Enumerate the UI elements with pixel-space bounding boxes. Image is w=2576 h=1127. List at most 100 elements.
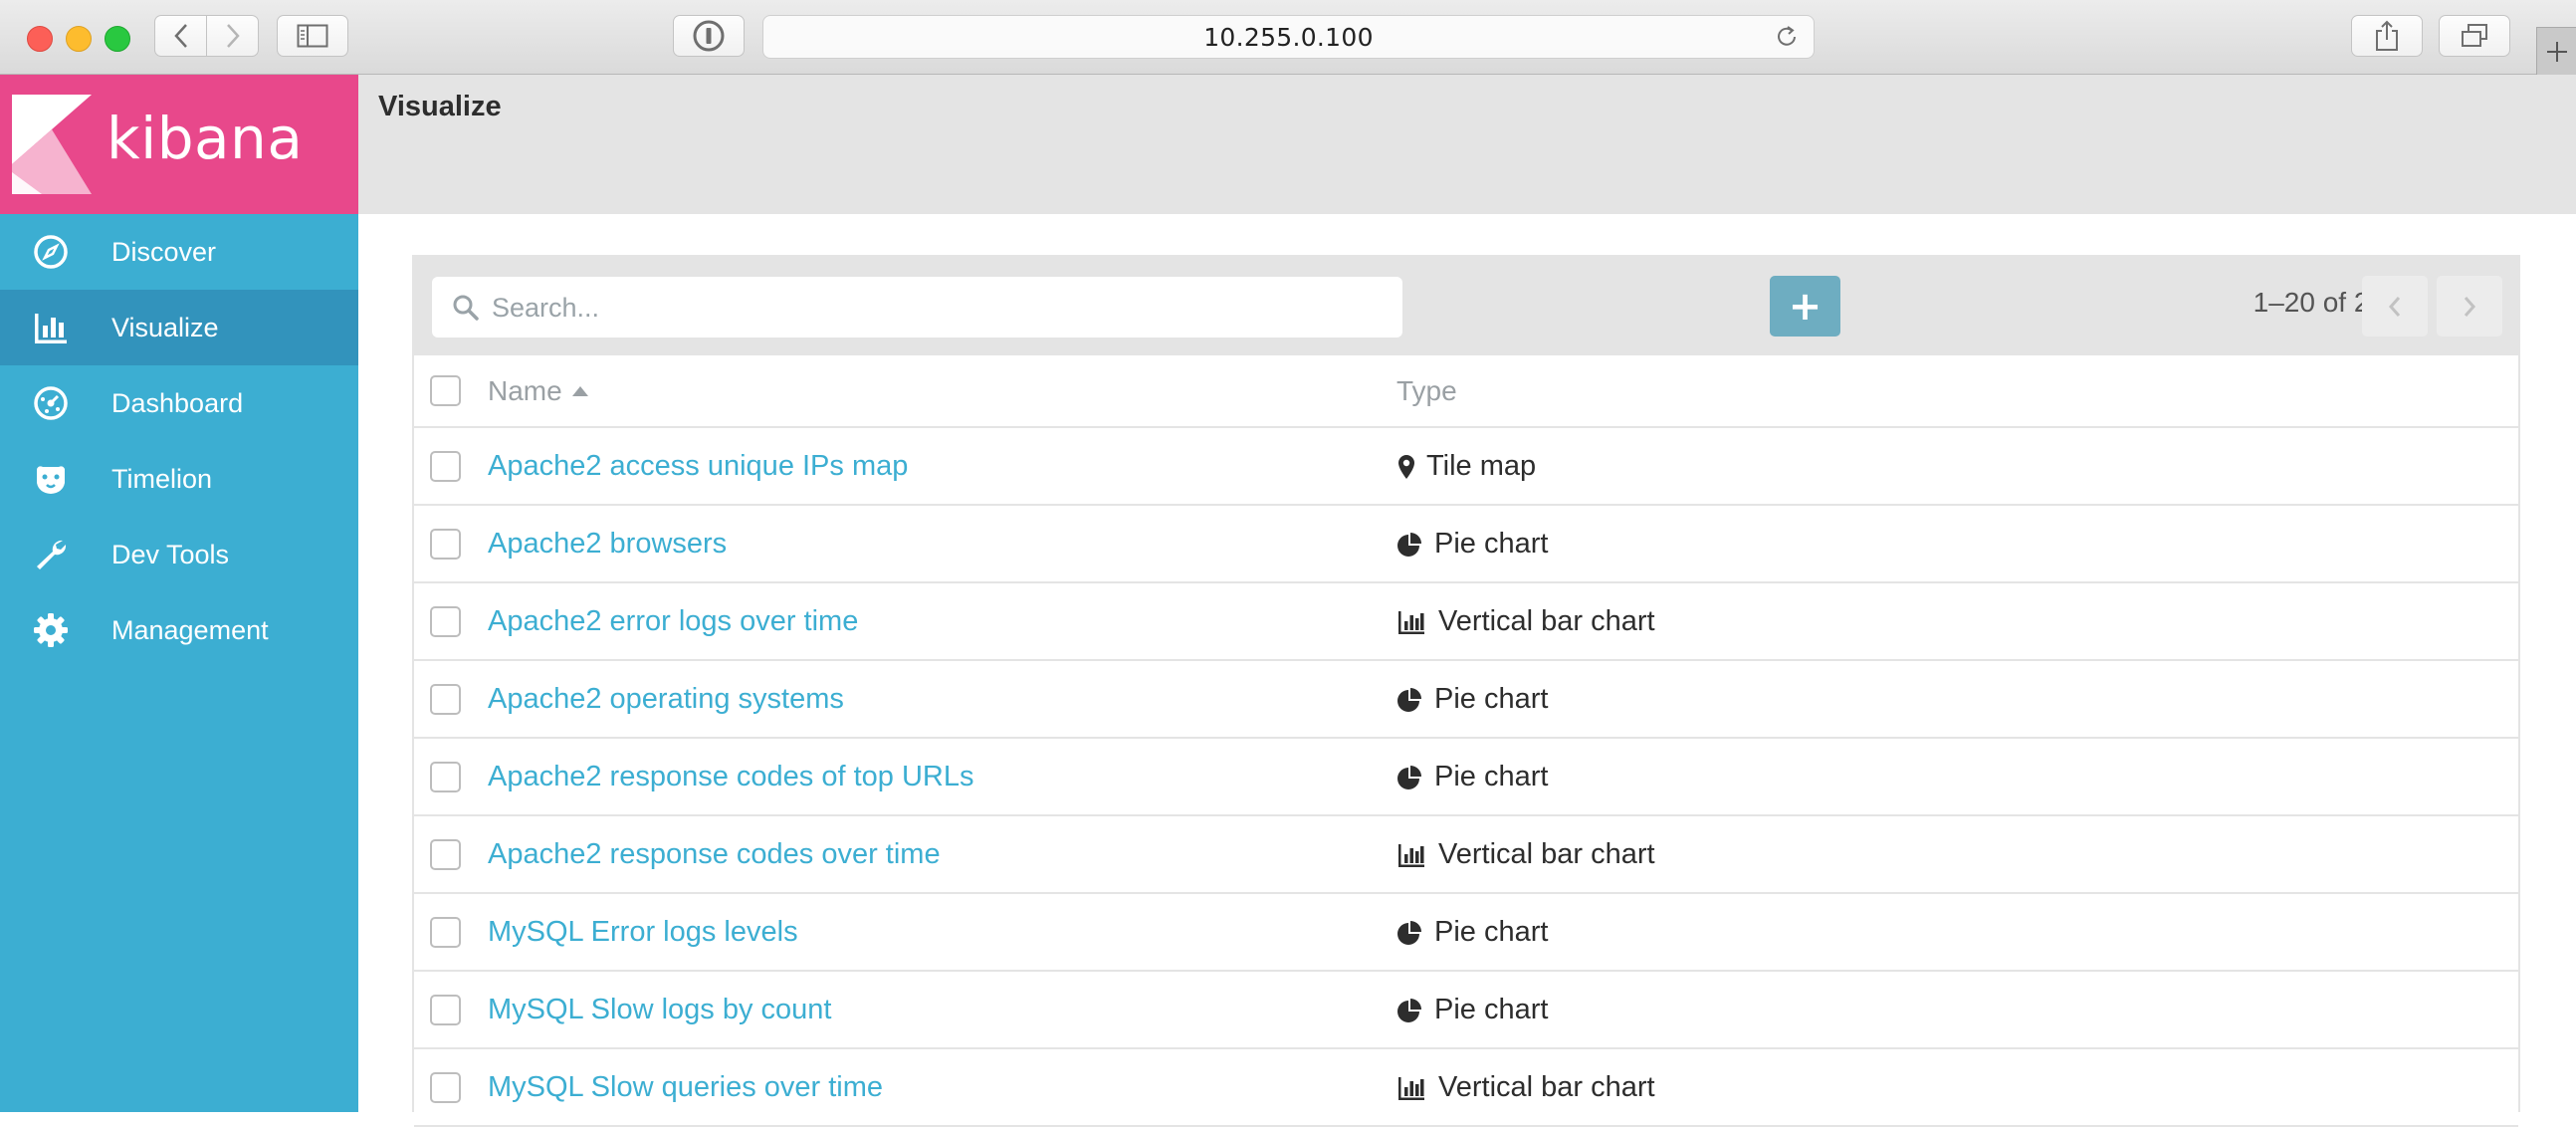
visualization-type: Pie chart — [1396, 761, 1548, 793]
password-manager-button[interactable] — [673, 15, 745, 57]
search-input[interactable] — [490, 285, 1380, 331]
chevron-left-icon — [2388, 296, 2401, 317]
pie-chart-icon — [1397, 920, 1421, 945]
wrench-icon — [37, 540, 67, 569]
new-tab-button[interactable] — [2536, 27, 2576, 75]
table-header: Name Type — [414, 355, 2518, 428]
sidebar-nav: Discover Visualize Dashboard Timelion De… — [0, 214, 358, 668]
bar-chart-icon — [1398, 1076, 1424, 1100]
visualization-link[interactable]: MySQL Slow queries over time — [488, 1071, 883, 1104]
visualization-list-panel: + 1–20 of 20 Name Type Apache2 access un… — [412, 255, 2520, 1127]
zoom-window-button[interactable] — [105, 26, 130, 52]
table-row: MySQL Slow queries over time Vertical ba… — [414, 1049, 2518, 1127]
sidebar-icon — [297, 24, 328, 48]
brand-header[interactable]: kibana — [0, 75, 358, 214]
select-all-checkbox[interactable] — [430, 375, 461, 406]
column-header-name[interactable]: Name — [488, 375, 588, 407]
page-title: Visualize — [378, 91, 502, 122]
row-checkbox[interactable] — [430, 684, 461, 715]
forward-button[interactable] — [206, 15, 259, 57]
table-body: Apache2 access unique IPs map Tile map A… — [414, 428, 2518, 1127]
list-toolbar: + 1–20 of 20 — [414, 257, 2518, 355]
visualization-type: Vertical bar chart — [1396, 838, 1655, 871]
sidebar-item-dashboard[interactable]: Dashboard — [0, 365, 358, 441]
add-visualization-button[interactable]: + — [1770, 276, 1840, 337]
sidebar-item-label: Discover — [111, 236, 217, 267]
visualization-type: Tile map — [1396, 450, 1536, 483]
next-page-button[interactable] — [2437, 276, 2502, 337]
sidebar-toggle-button[interactable] — [277, 15, 348, 57]
sidebar-item-management[interactable]: Management — [0, 592, 358, 668]
row-checkbox[interactable] — [430, 917, 461, 948]
visualization-type-label: Vertical bar chart — [1438, 838, 1655, 870]
url-text: 10.255.0.100 — [1203, 22, 1374, 52]
bar-chart-icon — [1398, 843, 1424, 867]
share-button[interactable] — [2351, 15, 2423, 57]
table-row: Apache2 access unique IPs map Tile map — [414, 428, 2518, 506]
sidebar-item-visualize[interactable]: Visualize — [0, 290, 358, 365]
close-window-button[interactable] — [27, 26, 53, 52]
row-checkbox[interactable] — [430, 529, 461, 560]
sidebar-item-dev-tools[interactable]: Dev Tools — [0, 517, 358, 592]
visualization-type-label: Pie chart — [1434, 528, 1549, 560]
row-checkbox[interactable] — [430, 995, 461, 1025]
reload-icon[interactable] — [1774, 24, 1800, 50]
visualization-type-label: Pie chart — [1434, 761, 1549, 792]
visualization-link[interactable]: Apache2 response codes over time — [488, 838, 941, 871]
visualization-type-label: Pie chart — [1434, 916, 1549, 948]
row-checkbox[interactable] — [430, 606, 461, 637]
sidebar-item-timelion[interactable]: Timelion — [0, 441, 358, 517]
visualization-link[interactable]: Apache2 operating systems — [488, 683, 844, 716]
dashboard-icon — [34, 386, 68, 420]
map-marker-icon — [1398, 454, 1414, 479]
visualization-type: Pie chart — [1396, 528, 1548, 561]
gear-icon — [34, 613, 68, 647]
visualization-type-label: Pie chart — [1434, 994, 1549, 1025]
table-row: Apache2 error logs over time Vertical ba… — [414, 583, 2518, 661]
visualization-link[interactable]: MySQL Slow logs by count — [488, 994, 831, 1026]
minimize-window-button[interactable] — [66, 26, 92, 52]
visualization-link[interactable]: Apache2 browsers — [488, 528, 727, 561]
sidebar-item-label: Dashboard — [111, 387, 244, 418]
row-checkbox[interactable] — [430, 762, 461, 792]
sidebar-item-discover[interactable]: Discover — [0, 214, 358, 290]
sidebar-item-label: Visualize — [111, 312, 219, 342]
row-checkbox[interactable] — [430, 839, 461, 870]
app-header: Visualize — [358, 75, 2576, 214]
password-icon — [693, 20, 725, 52]
pagination-count: 1–20 of 20 — [2253, 287, 2385, 318]
visualization-type: Vertical bar chart — [1396, 605, 1655, 638]
visualization-type-label: Pie chart — [1434, 683, 1549, 715]
visualization-link[interactable]: Apache2 access unique IPs map — [488, 450, 908, 483]
pie-chart-icon — [1397, 765, 1421, 789]
visualization-link[interactable]: Apache2 response codes of top URLs — [488, 761, 973, 793]
table-row: Apache2 response codes over time Vertica… — [414, 816, 2518, 894]
pie-chart-icon — [1397, 532, 1421, 557]
visualization-link[interactable]: Apache2 error logs over time — [488, 605, 858, 638]
tabs-icon — [2462, 24, 2487, 47]
table-row: Apache2 operating systems Pie chart — [414, 661, 2518, 739]
bar-chart-icon — [35, 314, 67, 343]
table-row: Apache2 response codes of top URLs Pie c… — [414, 739, 2518, 816]
row-checkbox[interactable] — [430, 1072, 461, 1103]
tabs-overview-button[interactable] — [2439, 15, 2510, 57]
address-bar[interactable]: 10.255.0.100 — [762, 15, 1815, 59]
timelion-icon — [37, 466, 65, 494]
visualization-type: Pie chart — [1396, 994, 1548, 1026]
plus-icon — [2546, 41, 2567, 62]
sidebar-item-label: Timelion — [111, 463, 213, 494]
share-icon — [2376, 20, 2398, 51]
browser-toolbar: 10.255.0.100 — [0, 0, 2576, 75]
sidebar-item-label: Management — [111, 614, 269, 645]
back-button[interactable] — [154, 15, 207, 57]
visualization-type-label: Tile map — [1426, 450, 1537, 482]
sidebar: kibana Discover Visualize Dashboard Time… — [0, 75, 358, 1112]
table-row: Apache2 browsers Pie chart — [414, 506, 2518, 583]
search-icon — [453, 295, 479, 321]
row-checkbox[interactable] — [430, 451, 461, 482]
visualization-link[interactable]: MySQL Error logs levels — [488, 916, 798, 949]
column-header-type: Type — [1396, 375, 1457, 406]
previous-page-button[interactable] — [2362, 276, 2428, 337]
kibana-logo-icon — [12, 95, 92, 194]
search-box[interactable] — [432, 277, 1402, 338]
